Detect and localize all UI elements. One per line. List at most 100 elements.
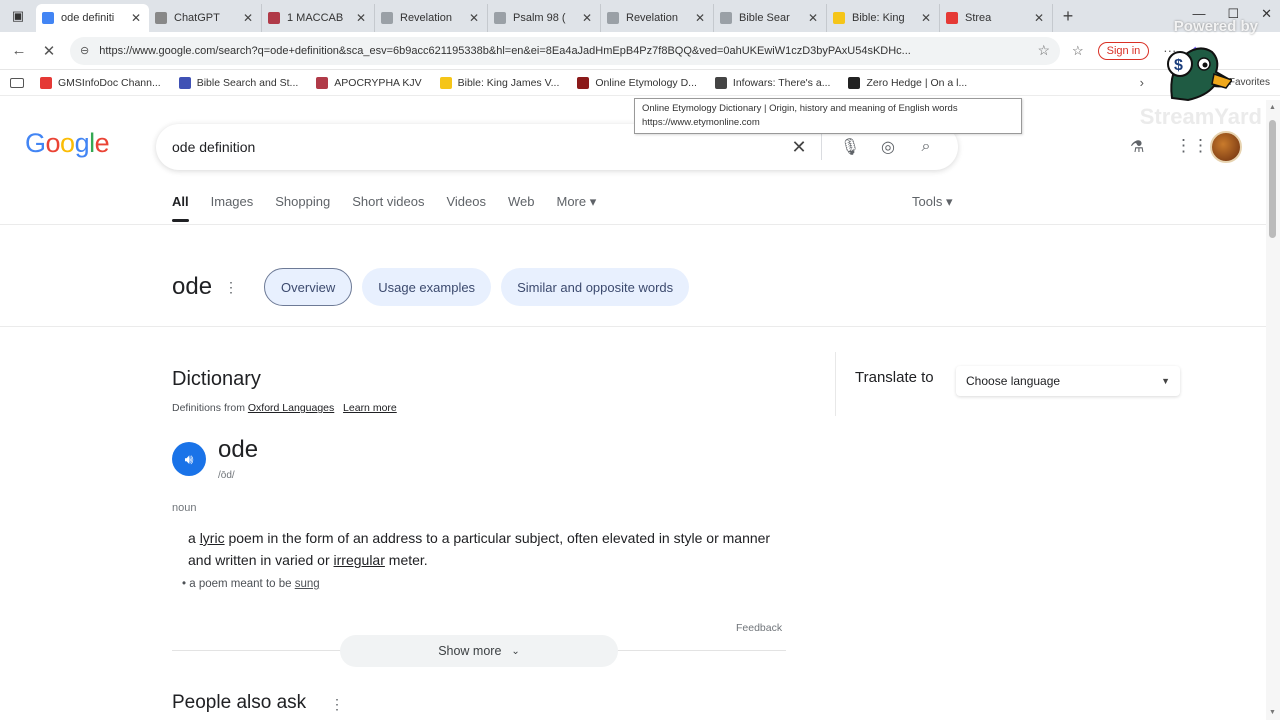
duck-mascot-logo: $	[1167, 47, 1232, 102]
learn-more-link[interactable]: Learn more	[343, 402, 397, 414]
tab-close-icon[interactable]: ✕	[693, 11, 707, 25]
filter-chip[interactable]: Usage examples	[362, 268, 492, 306]
site-info-icon[interactable]: ⊖	[80, 44, 89, 57]
scrollbar-thumb[interactable]	[1269, 120, 1276, 238]
show-more-button[interactable]: Show more ⌄	[340, 635, 618, 667]
browser-tab[interactable]: Strea ✕	[940, 4, 1053, 32]
browser-tab[interactable]: Bible Sear ✕	[714, 4, 827, 32]
definition-segment: meter.	[384, 552, 428, 568]
logo-letter: e	[94, 128, 110, 158]
bookmark-item[interactable]: Bible Search and St...	[178, 76, 298, 89]
account-avatar[interactable]	[1210, 131, 1242, 163]
paa-menu-icon[interactable]: ⋮	[330, 696, 344, 713]
browser-tab[interactable]: 1 MACCAB ✕	[262, 4, 375, 32]
tab-actions-icon[interactable]: ▣	[0, 0, 36, 32]
tab-favicon-icon	[494, 12, 506, 24]
browser-tab[interactable]: Bible: King ✕	[827, 4, 940, 32]
bookmarks-folder-icon[interactable]	[10, 77, 24, 88]
logo-letter: o	[45, 128, 61, 158]
lens-icon[interactable]: ◎	[872, 137, 904, 157]
browser-tab[interactable]: Psalm 98 (✕	[488, 4, 601, 32]
bookmarks-overflow-icon[interactable]: ›	[1140, 75, 1144, 90]
bookmark-item[interactable]: Bible: King James V...	[439, 76, 560, 89]
google-logo[interactable]: Google	[25, 128, 110, 159]
favorites-icon[interactable]: ☆	[1072, 43, 1084, 59]
scroll-up-icon[interactable]: ▲	[1269, 104, 1276, 111]
search-icon[interactable]: ⌕	[910, 138, 942, 156]
search-tab[interactable]: Videos	[446, 194, 486, 222]
search-tab[interactable]: Shopping	[275, 194, 330, 222]
address-bar: ← ✕ ⊖ https://www.google.com/search?q=od…	[0, 32, 1280, 70]
bookmark-list: GMSInfoDoc Chann... Bible Search and St..…	[40, 76, 985, 89]
tab-close-icon[interactable]: ✕	[129, 11, 143, 25]
favorites-folder[interactable]: Favorites	[1229, 77, 1270, 88]
tab-close-icon[interactable]: ✕	[241, 11, 255, 25]
sung-link[interactable]: sung	[295, 578, 320, 590]
bookmark-label: Zero Hedge | On a l...	[866, 76, 968, 89]
tab-close-icon[interactable]: ✕	[467, 11, 481, 25]
definition-link[interactable]: irregular	[334, 552, 385, 568]
bookmark-item[interactable]: Infowars: There's a...	[714, 76, 830, 89]
sign-in-button[interactable]: Sign in	[1097, 41, 1150, 60]
tab-favicon-icon	[381, 12, 393, 24]
tools-button[interactable]: Tools ▾	[912, 194, 953, 210]
browser-tab[interactable]: ChatGPT ✕	[149, 4, 262, 32]
feedback-link[interactable]: Feedback	[736, 622, 782, 634]
clear-search-icon[interactable]: ✕	[783, 137, 815, 158]
page-scrollbar[interactable]: ▲ ▼	[1266, 100, 1280, 720]
tab-close-icon[interactable]: ✕	[919, 11, 933, 25]
bookmark-item[interactable]: APOCRYPHA KJV	[316, 76, 422, 89]
tooltip-title: Online Etymology Dictionary | Origin, hi…	[642, 103, 958, 114]
search-tab[interactable]: All	[172, 194, 189, 222]
definition-link[interactable]: lyric	[200, 530, 225, 546]
scroll-down-icon[interactable]: ▼	[1269, 709, 1276, 716]
bookmark-favicon-icon	[714, 76, 727, 89]
bookmark-item[interactable]: Online Etymology D...	[577, 76, 697, 89]
browser-tab[interactable]: Revelation ✕	[601, 4, 714, 32]
language-select[interactable]: Choose language ▼	[956, 366, 1180, 396]
speaker-icon[interactable]: 🔊︎	[172, 442, 206, 476]
close-window-icon[interactable]: ✕	[1261, 6, 1272, 22]
stop-loading-icon[interactable]: ✕	[34, 42, 64, 60]
browser-tab[interactable]: Revelation ✕	[375, 4, 488, 32]
bookmark-item[interactable]: GMSInfoDoc Chann...	[40, 76, 161, 89]
tab-favicon-icon	[607, 12, 619, 24]
search-tab[interactable]: Web	[508, 194, 535, 222]
bookmark-favicon-icon	[439, 76, 452, 89]
filter-chip[interactable]: Similar and opposite words	[501, 268, 690, 306]
bookmark-favicon-icon	[178, 76, 191, 89]
logo-letter: g	[74, 128, 90, 158]
tooltip-url: https://www.etymonline.com	[642, 117, 760, 128]
term-header: ode ⋮ Overview Usage examples Similar and …	[172, 268, 699, 306]
browser-tab[interactable]: ode definiti ✕	[36, 4, 149, 32]
bookmark-favicon-icon	[316, 76, 329, 89]
chip-list: Overview Usage examples Similar and opposi…	[264, 268, 699, 306]
svg-text:$: $	[1174, 57, 1183, 74]
search-input[interactable]: ode definition	[172, 139, 777, 155]
term-menu-icon[interactable]: ⋮	[224, 279, 238, 296]
search-tab[interactable]: More ▾	[557, 194, 597, 222]
filter-chip[interactable]: Overview	[264, 268, 353, 306]
headword: ode	[218, 436, 259, 463]
search-tab[interactable]: Images	[211, 194, 254, 222]
tab-close-icon[interactable]: ✕	[806, 11, 820, 25]
people-also-ask-heading: People also ask	[172, 692, 307, 713]
oxford-languages-link[interactable]: Oxford Languages	[248, 402, 334, 414]
star-icon[interactable]: ☆	[1037, 42, 1050, 59]
bookmark-item[interactable]: Zero Hedge | On a l...	[848, 76, 968, 89]
tab-close-icon[interactable]: ✕	[1032, 11, 1046, 25]
chevron-down-icon: ⌄	[511, 645, 520, 657]
new-tab-button[interactable]: +	[1053, 6, 1083, 27]
bookmark-label: Bible: King James V...	[457, 76, 560, 89]
tab-close-icon[interactable]: ✕	[354, 11, 368, 25]
tab-label: Strea	[965, 12, 992, 24]
search-tab[interactable]: Short videos	[352, 194, 424, 222]
tab-favicon-icon	[42, 12, 54, 24]
microphone-icon[interactable]: 🎙︎	[834, 137, 866, 157]
search-tabs: All Images Shopping Short videos Videos Web Mo…	[172, 194, 618, 222]
back-arrow-icon[interactable]: ←	[4, 42, 34, 59]
labs-flask-icon[interactable]: ⚗	[1130, 137, 1144, 157]
definition-text: a lyric poem in the form of an address t…	[188, 527, 788, 571]
tab-close-icon[interactable]: ✕	[580, 11, 594, 25]
url-field[interactable]: ⊖ https://www.google.com/search?q=ode+de…	[70, 36, 1060, 65]
